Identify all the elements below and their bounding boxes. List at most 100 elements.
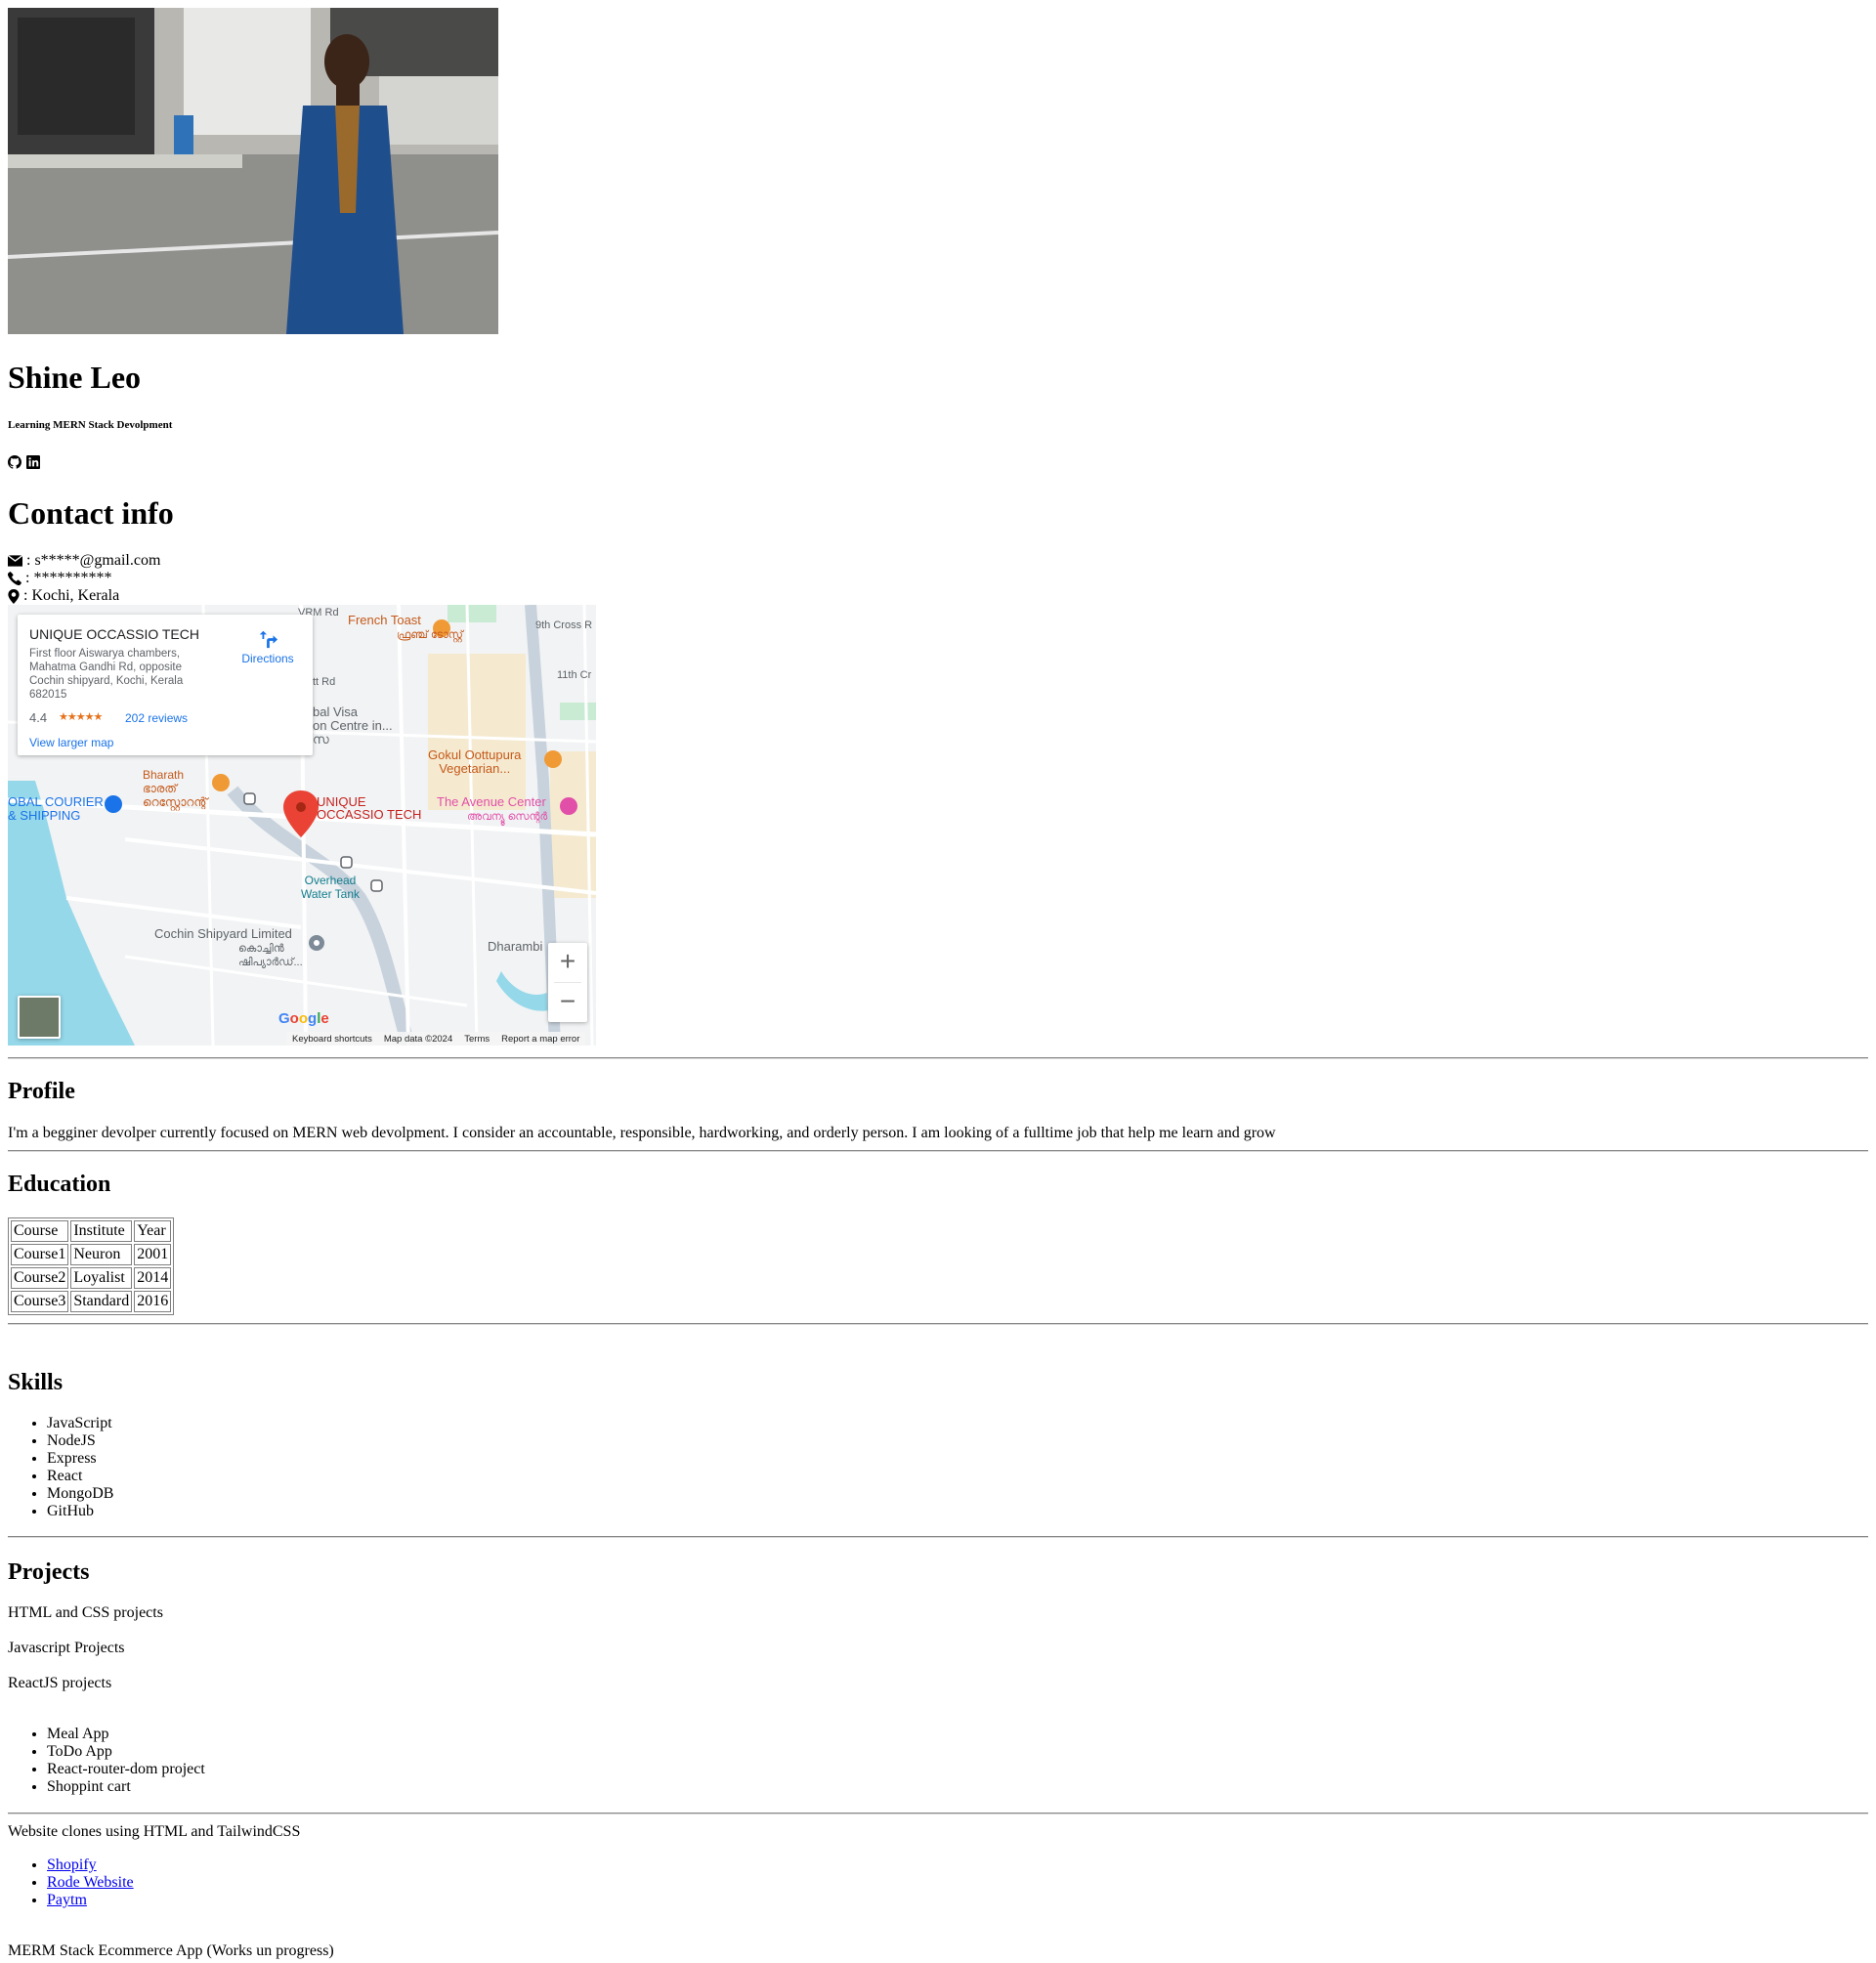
linkedin-icon[interactable] bbox=[26, 455, 40, 469]
table-cell: Neuron bbox=[70, 1244, 133, 1265]
map-rating: 4.4 bbox=[29, 710, 48, 725]
directions-button[interactable]: Directions bbox=[238, 628, 297, 665]
list-item: Shopify bbox=[47, 1856, 134, 1874]
list-item: MongoDB bbox=[47, 1485, 113, 1503]
zoom-out-button[interactable]: − bbox=[548, 983, 587, 1022]
list-item: Meal App bbox=[47, 1726, 205, 1743]
map-poi-label: Overhead Water Tank bbox=[301, 874, 361, 901]
table-row: Course3 Standard 2016 bbox=[11, 1291, 172, 1312]
map-poi-label: Gokul Oottupura Vegetarian... bbox=[428, 747, 522, 776]
map-poi-label: French Toast bbox=[348, 613, 421, 627]
table-cell: 2016 bbox=[134, 1291, 172, 1312]
satellite-toggle-button[interactable] bbox=[18, 996, 61, 1039]
zoom-in-button[interactable]: + bbox=[548, 943, 587, 982]
contact-email-row: : s*****@gmail.com bbox=[8, 552, 160, 570]
divider bbox=[8, 1813, 1868, 1814]
map-place-address: First floor Aiswarya chambers, Mahatma G… bbox=[29, 648, 184, 701]
map-road-label: 11th Cr bbox=[557, 669, 592, 681]
profile-text: I'm a begginer devolper currently focuse… bbox=[8, 1125, 1276, 1141]
map-place-card: UNIQUE OCCASSIO TECH First floor Aiswary… bbox=[18, 615, 313, 755]
table-cell: Year bbox=[134, 1220, 172, 1242]
profile-tagline: Learning MERN Stack Devolpment bbox=[8, 419, 173, 431]
map-reviews-link[interactable]: 202 reviews bbox=[125, 711, 188, 725]
projects-heading: Projects bbox=[8, 1559, 90, 1585]
map-poi-label: Cochin Shipyard Limited bbox=[154, 926, 292, 941]
map-poi-label: ഫ്രഞ്ച് ടോസ്റ്റ് bbox=[397, 629, 463, 641]
embedded-map[interactable]: VRM Rd 9th Cross R 11th Cr French Toast … bbox=[8, 605, 596, 1046]
ecommerce-project: MERM Stack Ecommerce App (Works un progr… bbox=[8, 1942, 334, 1959]
clones-title: Website clones using HTML and TailwindCS… bbox=[8, 1823, 301, 1840]
list-item: Shoppint cart bbox=[47, 1778, 205, 1796]
divider bbox=[8, 1536, 1868, 1538]
table-cell: 2001 bbox=[134, 1244, 172, 1265]
table-cell: Course1 bbox=[11, 1244, 69, 1265]
list-item: React-router-dom project bbox=[47, 1761, 205, 1778]
shopify-link[interactable]: Shopify bbox=[47, 1856, 97, 1873]
map-road-label: 9th Cross R bbox=[535, 619, 593, 631]
divider bbox=[8, 1323, 1868, 1325]
react-projects-list: Meal App ToDo App React-router-dom proje… bbox=[8, 1726, 205, 1796]
directions-icon bbox=[259, 630, 278, 649]
map-data-text: Map data ©2024 bbox=[383, 1033, 453, 1045]
profile-name: Shine Leo bbox=[8, 360, 142, 395]
map-poi-label: Bharath ഭാരത് റെസ്റ്റോറന്റ് bbox=[143, 768, 208, 809]
google-logo: Google bbox=[278, 1010, 329, 1027]
project-category: HTML and CSS projects bbox=[8, 1604, 163, 1621]
table-cell: Course bbox=[11, 1220, 69, 1242]
list-item: ToDo App bbox=[47, 1743, 205, 1761]
map-poi-label: കൊച്ചിൻ ഷിപ്യാർഡ്... bbox=[238, 943, 303, 968]
table-cell: Course3 bbox=[11, 1291, 69, 1312]
table-cell: Loyalist bbox=[70, 1267, 133, 1289]
list-item: Paytm bbox=[47, 1892, 134, 1909]
directions-label: Directions bbox=[241, 652, 294, 665]
education-table: Course Institute Year Course1 Neuron 200… bbox=[8, 1217, 175, 1315]
contact-location-row: : Kochi, Kerala bbox=[8, 587, 119, 605]
table-cell: 2014 bbox=[134, 1267, 172, 1289]
view-larger-map-link[interactable]: View larger map bbox=[29, 736, 113, 749]
map-place-name: UNIQUE OCCASSIO TECH bbox=[29, 626, 199, 642]
profile-photo bbox=[8, 8, 498, 334]
table-row: Course1 Neuron 2001 bbox=[11, 1244, 172, 1265]
list-item: JavaScript bbox=[47, 1415, 113, 1432]
education-heading: Education bbox=[8, 1172, 111, 1197]
phone-icon bbox=[8, 572, 21, 585]
contact-location: : Kochi, Kerala bbox=[23, 587, 120, 604]
map-poi-label: അവന്യൂ സെന്റർ bbox=[467, 811, 548, 823]
profile-heading: Profile bbox=[8, 1079, 75, 1104]
list-item: GitHub bbox=[47, 1503, 113, 1520]
map-area-label: Dharambi bbox=[488, 939, 543, 954]
map-poi-label: The Avenue Center bbox=[437, 794, 546, 809]
map-marker-label: UNIQUE OCCASSIO TECH bbox=[317, 794, 422, 822]
map-poi-label: bal Visa on Centre in... സ bbox=[313, 704, 393, 747]
terms-link[interactable]: Terms bbox=[464, 1034, 490, 1045]
social-links bbox=[8, 455, 40, 469]
rode-website-link[interactable]: Rode Website bbox=[47, 1874, 134, 1891]
keyboard-shortcuts-link[interactable]: Keyboard shortcuts bbox=[292, 1034, 372, 1045]
location-pin-icon bbox=[8, 588, 20, 604]
list-item: React bbox=[47, 1468, 113, 1485]
list-item: NodeJS bbox=[47, 1432, 113, 1450]
contact-heading: Contact info bbox=[8, 495, 174, 531]
map-footer: Keyboard shortcuts Map data ©2024 Terms … bbox=[286, 1032, 586, 1046]
table-header-row: Course Institute Year bbox=[11, 1220, 172, 1242]
divider bbox=[8, 1057, 1868, 1059]
map-road-label: tt Rd bbox=[313, 676, 336, 688]
contact-phone-row: : ********** bbox=[8, 570, 111, 587]
clones-list: Shopify Rode Website Paytm bbox=[8, 1856, 134, 1909]
table-row: Course2 Loyalist 2014 bbox=[11, 1267, 172, 1289]
project-category: ReactJS projects bbox=[8, 1675, 112, 1691]
skills-list: JavaScript NodeJS Express React MongoDB … bbox=[8, 1415, 113, 1520]
table-cell: Course2 bbox=[11, 1267, 69, 1289]
github-icon[interactable] bbox=[8, 455, 22, 469]
map-poi-label: OBAL COURIER & SHIPPING bbox=[8, 794, 104, 823]
paytm-link[interactable]: Paytm bbox=[47, 1892, 87, 1908]
list-item: Rode Website bbox=[47, 1874, 134, 1892]
envelope-icon bbox=[8, 555, 22, 567]
project-category: Javascript Projects bbox=[8, 1640, 125, 1656]
skills-heading: Skills bbox=[8, 1370, 64, 1395]
contact-phone: : ********** bbox=[25, 570, 112, 586]
rating-stars-icon: ★★★★★ bbox=[59, 711, 103, 723]
contact-email: : s*****@gmail.com bbox=[26, 552, 161, 569]
table-cell: Standard bbox=[70, 1291, 133, 1312]
report-map-error-link[interactable]: Report a map error bbox=[501, 1034, 579, 1045]
